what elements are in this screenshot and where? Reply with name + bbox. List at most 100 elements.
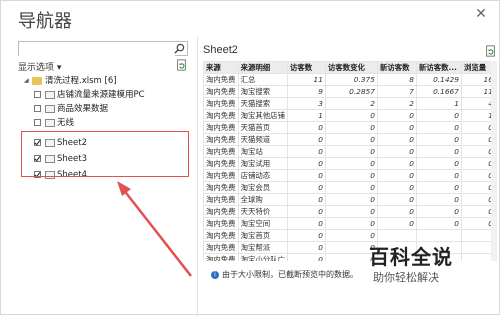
table-cell: 0 [415,193,462,206]
table-cell: 淘内免费 [203,73,239,86]
table-cell: 天天特价 [237,205,288,218]
table-cell: 0 [415,133,462,146]
table-cell: 淘内免费 [203,181,239,194]
table-cell: 0 [415,109,462,122]
table-cell: 0 [324,205,378,218]
table-row: 淘内免费天猫搜索32214 [203,97,496,110]
column-header[interactable]: 新访客数... [415,61,462,74]
watermark-subtitle: 助你轻松解决 [373,271,439,284]
table-row: 淘内免费天猫首页00000 [203,121,496,134]
preview-table: 来源 来源明细 访客数 访客数变化 新访客数 新访客数... 浏览量 淘内免费 汇总 11 0.3… [203,61,496,261]
table-row: 淘内免费淘宝空间00000 [203,217,496,230]
table-cell [415,229,462,242]
table-cell: 2 [376,97,417,110]
table-cell: 0 [286,229,326,242]
table-cell: 0 [286,181,326,194]
table-cell: 9 [286,85,326,98]
table-cell: 淘内免费 [203,133,239,146]
column-header[interactable]: 访客数变化 [324,61,378,74]
table-row: 淘内免费店铺动态00000 [203,169,496,182]
table-cell: 淘内免费 [203,85,239,98]
table-cell: 淘内免费 [203,205,239,218]
table-cell: 0 [376,217,417,230]
table-cell: 淘内免费 [203,193,239,206]
table-cell: 0 [324,229,378,242]
table-cell: 淘内免费 [203,97,239,110]
column-header[interactable]: 来源 [203,61,239,74]
truncation-notice-text: 由于大小限制，已截断预览中的数据。 [222,270,358,279]
table-cell: 0 [286,241,326,254]
table-row: 淘内免费天猫频道00000 [203,133,496,146]
table-cell: 0 [415,145,462,158]
table-cell: 0 [415,157,462,170]
table-cell: 淘宝试用 [237,157,288,170]
table-cell: 0 [324,181,378,194]
table-cell: 1 [415,97,462,110]
table-cell: 淘内免费 [203,109,239,122]
table-cell: 淘宝站 [237,145,288,158]
table-cell: 8 [376,73,417,86]
table-cell: 淘宝空间 [237,217,288,230]
table-cell: 0 [286,169,326,182]
table-cell: 0 [415,217,462,230]
table-cell: 0 [376,181,417,194]
preview-refresh-icon[interactable] [485,45,496,57]
table-cell: 淘宝小分队广 [237,253,288,261]
table-cell: 汇总 [237,73,288,86]
table-cell: 淘内免费 [203,241,239,254]
preview-table-container[interactable]: 来源 来源明细 访客数 访客数变化 新访客数 新访客数... 浏览量 淘内免费 汇总 11 0.3… [203,61,499,261]
table-cell: 0 [324,133,378,146]
table-cell: 淘内免费 [203,217,239,230]
table-cell: 0 [415,205,462,218]
info-icon: i [211,270,219,279]
table-cell: 0 [376,145,417,158]
table-row: 淘内免费全球购00000 [203,193,496,206]
table-cell: 0 [286,205,326,218]
table-row: 淘内免费 汇总 11 0.375 8 0.1429 16 [203,73,496,86]
table-header-row: 来源 来源明细 访客数 访客数变化 新访客数 新访客数... 浏览量 [203,61,496,74]
table-cell: 0 [324,121,378,134]
table-cell: 0 [415,121,462,134]
column-header[interactable]: 访客数 [286,61,326,74]
table-cell: 淘宝搜索 [237,85,288,98]
table-cell: 0 [324,157,378,170]
table-cell: 淘宝首页 [237,229,288,242]
table-cell: 0 [376,121,417,134]
table-cell: 淘内免费 [203,253,239,261]
table-cell: 0 [286,157,326,170]
table-cell: 1 [286,109,326,122]
table-cell: 11 [286,73,326,86]
table-cell: 天猫频道 [237,133,288,146]
table-row: 淘内免费 淘宝首页 0 0 [203,229,496,242]
table-cell: 0.1667 [415,85,462,98]
table-row: 淘内免费淘宝会员00000 [203,181,496,194]
watermark-logo: 百科全说 助你轻松解决 [363,241,493,291]
table-cell: 天猫搜索 [237,97,288,110]
table-cell: 淘内免费 [203,169,239,182]
table-cell: 2 [324,97,378,110]
table-cell: 淘内免费 [203,157,239,170]
table-cell: 0 [324,109,378,122]
table-cell: 0 [376,157,417,170]
vertical-scrollbar[interactable] [491,61,497,261]
table-cell: 0 [376,205,417,218]
table-cell: 0 [376,133,417,146]
table-cell: 淘内免费 [203,121,239,134]
table-cell: 淘宝帮派 [237,241,288,254]
table-cell: 0 [324,217,378,230]
table-cell: 0 [286,121,326,134]
table-cell: 0 [376,109,417,122]
column-header[interactable]: 来源明细 [237,61,288,74]
table-row: 淘内免费 淘宝搜索 9 0.2857 7 0.1667 11 [203,85,496,98]
table-cell: 天猫首页 [237,121,288,134]
table-cell: 0 [286,253,326,261]
truncation-notice: i 由于大小限制，已截断预览中的数据。 [211,269,358,280]
table-cell: 0.375 [324,73,378,86]
table-cell: 0 [415,169,462,182]
table-cell: 3 [286,97,326,110]
table-cell: 0 [286,145,326,158]
column-header[interactable]: 新访客数 [376,61,417,74]
pane-divider[interactable] [197,37,198,316]
table-cell: 7 [376,85,417,98]
table-cell: 0 [376,193,417,206]
